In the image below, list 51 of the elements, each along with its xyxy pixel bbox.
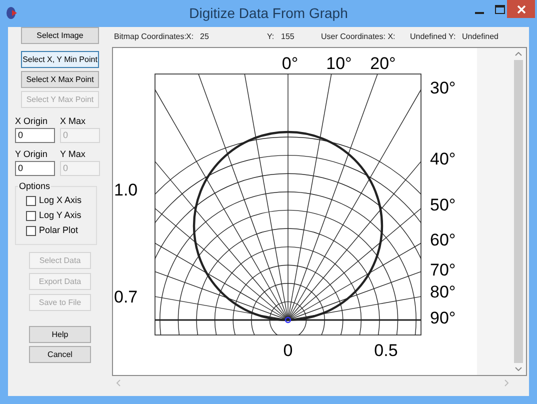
group-title: Options: [18, 181, 52, 192]
axis-value-label: 1.0: [114, 182, 138, 198]
checkbox-label: Log Y Axis: [39, 210, 82, 221]
coordinate-text: 155: [281, 31, 296, 43]
scroll-up-icon[interactable]: [515, 52, 522, 56]
field-label: X Origin: [15, 116, 49, 128]
scroll-left-icon[interactable]: [116, 379, 121, 387]
field-label: Y Origin: [15, 149, 48, 161]
angle-label: 0°: [282, 55, 298, 72]
angle-label: 30°: [430, 80, 456, 96]
angle-label: 10°: [326, 55, 352, 72]
angle-label: 20°: [370, 55, 396, 72]
maximize-icon[interactable]: [495, 5, 505, 14]
axis-value-label: 0.7: [114, 288, 138, 306]
angle-label: 50°: [430, 196, 456, 214]
input-field[interactable]: 0: [15, 128, 55, 143]
checkbox-label: Polar Plot: [39, 225, 78, 236]
checkbox[interactable]: [26, 210, 36, 220]
angle-label: 60°: [430, 232, 456, 248]
angle-label: 40°: [430, 150, 456, 168]
input-field[interactable]: 0: [15, 161, 55, 176]
angle-label: 70°: [430, 262, 456, 278]
scroll-down-icon[interactable]: [515, 367, 522, 371]
angle-label: 80°: [430, 284, 456, 300]
checkbox[interactable]: [26, 226, 36, 236]
window-title: Digitize Data From Graph: [189, 4, 348, 23]
axis-value-label: 0: [283, 342, 293, 359]
scroll-thumb[interactable]: [514, 60, 523, 363]
coordinate-text: 25: [200, 31, 210, 43]
push-button[interactable]: Select X, Y Min Point: [21, 51, 99, 68]
checkbox-label: Log X Axis: [39, 195, 82, 206]
coordinate-text: User Coordinates: X:: [321, 31, 396, 43]
checkbox[interactable]: [26, 196, 36, 206]
angle-label: 90°: [430, 310, 456, 326]
push-button[interactable]: Help: [29, 326, 91, 343]
coordinate-text: Y:: [267, 31, 276, 43]
app-icon: [6, 6, 18, 20]
field-label: Y Max: [60, 149, 86, 161]
scroll-right-icon[interactable]: [504, 379, 509, 387]
axis-value-label: 0.5: [374, 342, 398, 359]
field-label: X Max: [60, 116, 87, 128]
coordinate-text: X:: [186, 31, 195, 43]
push-button[interactable]: Select X Max Point: [21, 71, 99, 88]
push-button[interactable]: Cancel: [29, 346, 91, 363]
coordinate-text: Bitmap Coordinates:: [114, 31, 186, 43]
minimize-icon[interactable]: [475, 10, 484, 14]
close-icon: [516, 4, 526, 14]
coordinate-text: Undefined: [462, 31, 500, 43]
close-button[interactable]: [507, 0, 535, 18]
coordinate-text: Undefined Y:: [410, 31, 457, 43]
push-button[interactable]: Select Image: [21, 27, 99, 44]
